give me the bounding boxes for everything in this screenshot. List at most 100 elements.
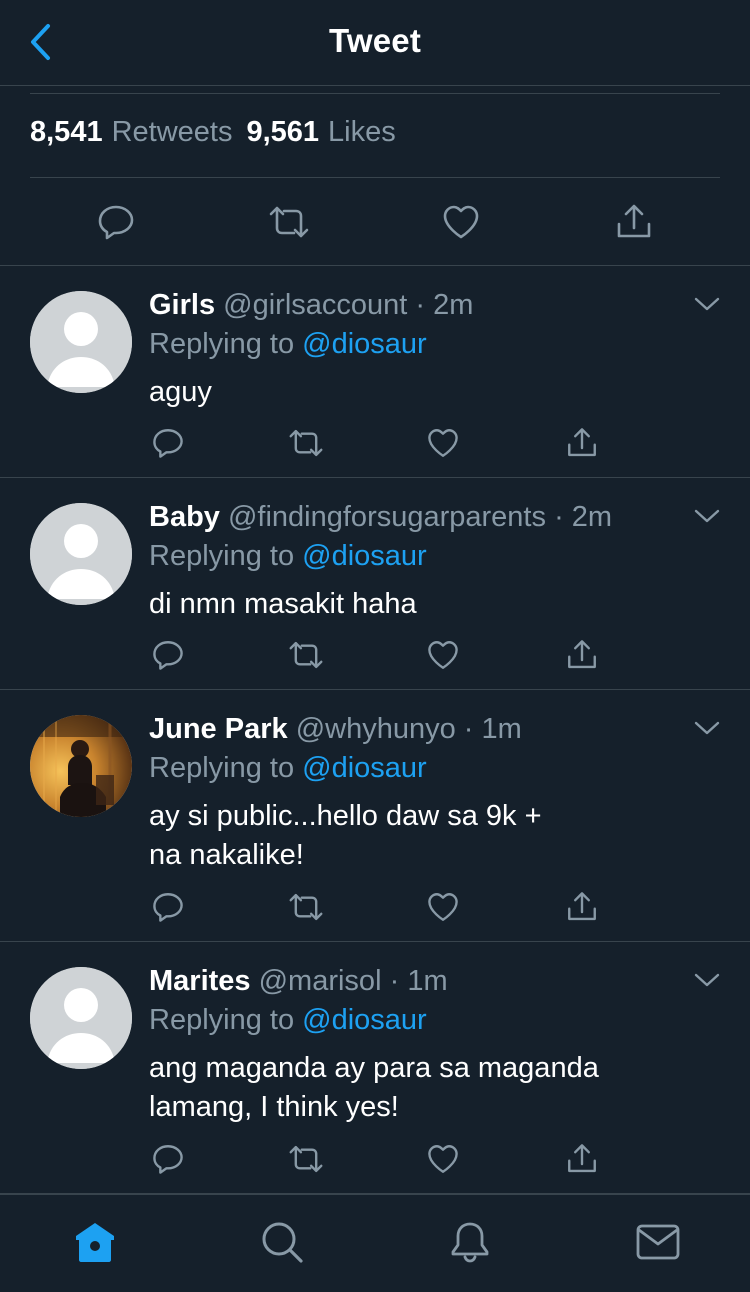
likes-label[interactable]: Likes (328, 116, 396, 149)
reply-icon (98, 205, 134, 240)
mention-link[interactable]: @diosaur (302, 1004, 427, 1036)
photo-avatar (30, 715, 132, 817)
page-title: Tweet (328, 22, 422, 59)
display-name[interactable]: Marites (149, 965, 251, 997)
mention-link[interactable]: @diosaur (302, 540, 427, 572)
user-handle[interactable]: @findingforsugarparents (228, 501, 546, 533)
retweet-button[interactable] (284, 633, 328, 677)
reply-button[interactable] (146, 633, 190, 677)
like-button[interactable] (421, 633, 465, 677)
chevron-down-icon (694, 973, 720, 987)
retweet-button[interactable] (284, 421, 328, 465)
avatar[interactable] (30, 503, 132, 605)
share-button[interactable] (560, 633, 604, 677)
likes-count[interactable]: 9,561 (246, 116, 319, 149)
more-options-button[interactable] (692, 965, 722, 995)
reply-header: Marites @marisol · 1m (149, 963, 448, 999)
reply-header: Girls @girlsaccount · 2m (149, 287, 473, 323)
retweets-count[interactable]: 8,541 (30, 116, 103, 149)
more-options-button[interactable] (692, 501, 722, 531)
like-button[interactable] (421, 885, 465, 929)
reply-icon (153, 429, 183, 458)
separator-dot: · (554, 501, 564, 533)
chevron-down-icon (694, 721, 720, 735)
bell-icon (451, 1222, 489, 1263)
replying-prefix: Replying to (149, 540, 295, 572)
like-button[interactable] (421, 1137, 465, 1181)
user-handle[interactable]: @whyhunyo (296, 713, 456, 745)
display-name[interactable]: Girls (149, 289, 215, 321)
replying-prefix: Replying to (149, 752, 295, 784)
share-button[interactable] (560, 1137, 604, 1181)
reply-tweet[interactable]: June Park @whyhunyo · 1m Replying to @di… (0, 691, 750, 942)
reply-button[interactable] (146, 421, 190, 465)
more-options-button[interactable] (692, 713, 722, 743)
tweet-action-bar (0, 180, 750, 266)
replying-prefix: Replying to (149, 328, 295, 360)
user-handle[interactable]: @girlsaccount (223, 289, 407, 321)
mail-icon (636, 1224, 680, 1260)
retweet-button[interactable] (284, 885, 328, 929)
replying-to: Replying to @diosaur (149, 538, 427, 574)
share-icon (568, 640, 596, 669)
default-avatar-icon (30, 503, 132, 605)
share-button[interactable] (610, 198, 658, 246)
separator-dot: · (415, 289, 426, 321)
retweet-button[interactable] (265, 198, 313, 246)
avatar[interactable] (30, 715, 132, 817)
heart-icon (428, 1145, 458, 1173)
mention-link[interactable]: @diosaur (302, 328, 427, 360)
tweet-text: ay si public...hello daw sa 9k + na naka… (149, 800, 542, 871)
retweet-icon (289, 893, 323, 921)
reply-button[interactable] (146, 1137, 190, 1181)
reply-tweet[interactable]: Marites @marisol · 1m Replying to @diosa… (0, 943, 750, 1194)
reply-icon (153, 893, 183, 922)
timestamp: 1m (481, 713, 522, 745)
divider (30, 93, 720, 94)
tab-search[interactable] (257, 1217, 307, 1267)
tab-messages[interactable] (633, 1217, 683, 1267)
tab-home[interactable] (70, 1217, 120, 1267)
heart-icon (428, 893, 458, 921)
timestamp: 2m (571, 501, 613, 533)
share-icon (617, 204, 651, 238)
retweet-button[interactable] (284, 1137, 328, 1181)
divider (30, 177, 720, 178)
retweet-icon (289, 1145, 323, 1173)
top-nav-bar: Tweet (0, 0, 750, 86)
reply-tweet[interactable]: Baby @findingforsugarparents · 2m Replyi… (0, 479, 750, 690)
share-button[interactable] (560, 421, 604, 465)
share-button[interactable] (560, 885, 604, 929)
heart-icon (428, 641, 458, 669)
reply-header: Baby @findingforsugarparents · 2m (149, 499, 612, 535)
retweet-icon (289, 429, 323, 457)
user-handle[interactable]: @marisol (259, 965, 382, 997)
retweet-icon (289, 641, 323, 669)
reply-icon (153, 641, 183, 670)
more-options-button[interactable] (692, 289, 722, 319)
display-name[interactable]: Baby (149, 501, 220, 533)
replying-to: Replying to @diosaur (149, 1002, 427, 1038)
reply-tweet[interactable]: Girls @girlsaccount · 2m Replying to @di… (0, 267, 750, 478)
replying-to: Replying to @diosaur (149, 750, 427, 786)
reply-button[interactable] (92, 198, 140, 246)
avatar[interactable] (30, 291, 132, 393)
mention-link[interactable]: @diosaur (302, 752, 427, 784)
default-avatar-icon (30, 967, 132, 1069)
share-icon (568, 428, 596, 457)
tab-notifications[interactable] (445, 1217, 495, 1267)
share-icon (568, 892, 596, 921)
tweet-text: ang maganda ay para sa maganda lamang, I… (149, 1052, 599, 1123)
separator-dot: · (463, 713, 474, 745)
reply-button[interactable] (146, 885, 190, 929)
tweet-text: aguy (149, 376, 212, 408)
retweet-icon (269, 206, 309, 238)
heart-icon (443, 205, 479, 239)
retweets-label[interactable]: Retweets (112, 116, 233, 149)
like-button[interactable] (437, 198, 485, 246)
avatar[interactable] (30, 967, 132, 1069)
like-button[interactable] (421, 421, 465, 465)
replying-prefix: Replying to (149, 1004, 295, 1036)
display-name[interactable]: June Park (149, 713, 288, 745)
tweet-stats: 8,541 Retweets 9,561 Likes (30, 116, 410, 160)
